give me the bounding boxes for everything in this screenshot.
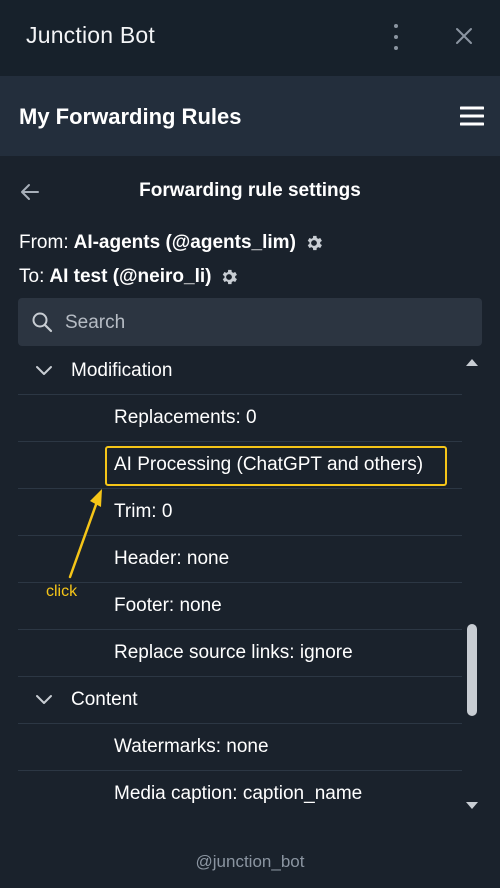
to-value: AI test (@neiro_li) xyxy=(49,266,212,287)
list-item-label: Footer: none xyxy=(114,595,222,616)
group-modification[interactable]: Modification xyxy=(18,348,462,395)
scroll-thumb[interactable] xyxy=(467,624,477,716)
chevron-down-icon xyxy=(36,695,52,704)
close-icon[interactable] xyxy=(452,24,476,48)
to-label: To: xyxy=(19,266,45,287)
from-value: AI-agents (@agents_lim) xyxy=(73,232,296,253)
scroll-up-arrow-icon[interactable] xyxy=(466,359,478,366)
scroll-down-arrow-icon[interactable] xyxy=(466,802,478,809)
content-area: Forwarding rule settings From: AI-agents… xyxy=(0,156,500,888)
list-item-replace-source-links[interactable]: Replace source links: ignore xyxy=(18,630,462,677)
list-item-media-caption[interactable]: Media caption: caption_name xyxy=(18,771,462,818)
list-item-trim[interactable]: Trim: 0 xyxy=(18,489,462,536)
title-bar: Junction Bot xyxy=(0,0,500,76)
group-label: Content xyxy=(71,689,138,710)
hamburger-icon[interactable] xyxy=(459,106,485,126)
chevron-down-icon xyxy=(36,366,52,375)
search-box xyxy=(18,298,482,348)
more-vertical-icon[interactable] xyxy=(386,24,406,50)
group-content[interactable]: Content xyxy=(18,677,462,724)
list-item-label: Watermarks: none xyxy=(114,736,269,757)
search-icon xyxy=(32,312,53,333)
from-line: From: AI-agents (@agents_lim) xyxy=(19,232,324,254)
list-item-label: Replacements: 0 xyxy=(114,407,257,428)
gear-icon[interactable] xyxy=(304,233,324,253)
list-item-ai-processing[interactable]: AI Processing (ChatGPT and others) xyxy=(18,442,462,489)
list-item-label: Trim: 0 xyxy=(114,501,173,522)
annotation-label: click xyxy=(46,583,78,600)
list-item-footer[interactable]: Footer: none xyxy=(18,583,462,630)
header-title: My Forwarding Rules xyxy=(19,104,242,129)
from-label: From: xyxy=(19,232,69,253)
list-item-label: Media caption: caption_name xyxy=(114,783,363,804)
group-label: Modification xyxy=(71,360,173,381)
to-line: To: AI test (@neiro_li) xyxy=(19,266,239,288)
app-title: Junction Bot xyxy=(26,22,155,48)
list-item-label: AI Processing (ChatGPT and others) xyxy=(114,454,424,475)
list-item-replacements[interactable]: Replacements: 0 xyxy=(18,395,462,442)
list-item-label: Replace source links: ignore xyxy=(114,642,353,663)
header: My Forwarding Rules xyxy=(0,76,500,156)
search-input[interactable] xyxy=(63,298,467,348)
list-item-watermarks[interactable]: Watermarks: none xyxy=(18,724,462,771)
footer-handle: @junction_bot xyxy=(195,852,305,871)
list-item-label: Header: none xyxy=(114,548,230,569)
list-item-header[interactable]: Header: none xyxy=(18,536,462,583)
page-title: Forwarding rule settings xyxy=(139,180,361,201)
gear-icon[interactable] xyxy=(219,267,239,287)
settings-list: Modification Replacements: 0 AI Processi… xyxy=(18,348,462,818)
scrollbar[interactable] xyxy=(462,352,482,816)
